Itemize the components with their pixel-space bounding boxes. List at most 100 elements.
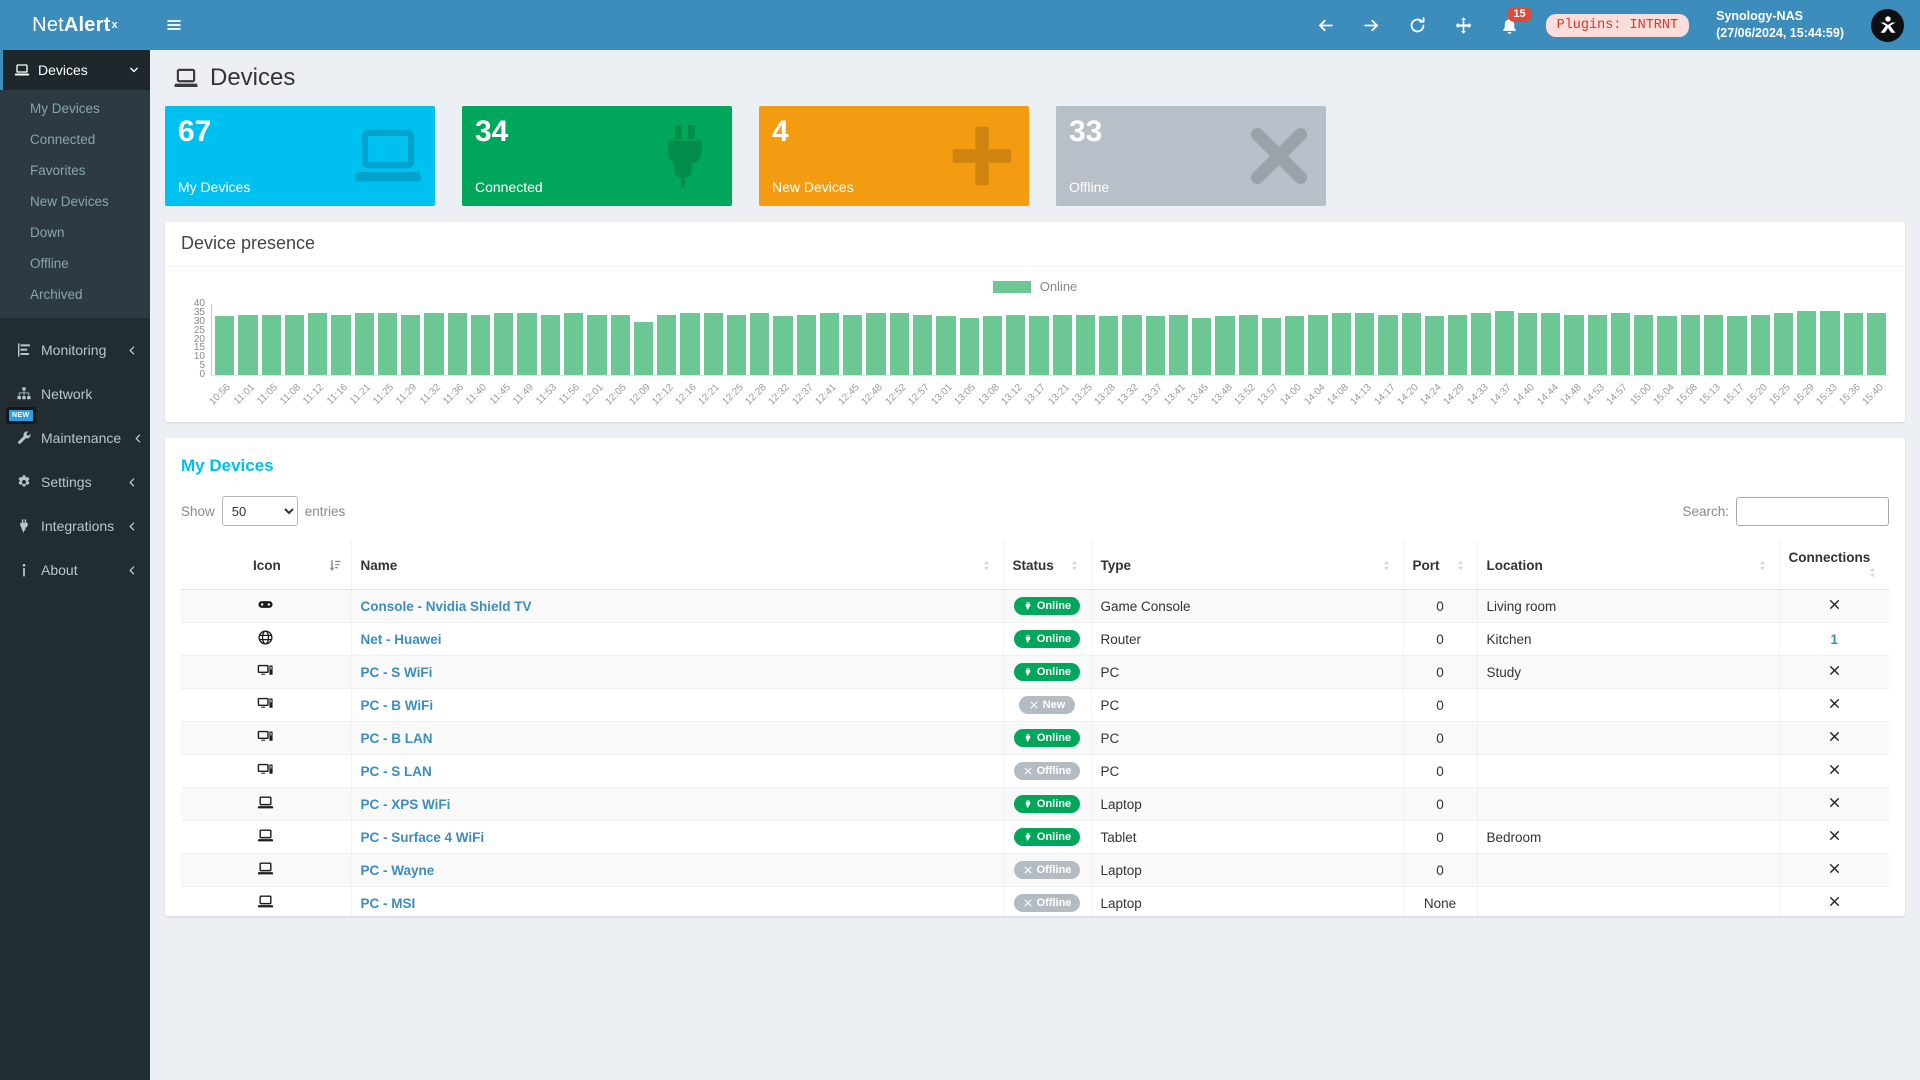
chart-bar[interactable] [1239, 315, 1258, 375]
refresh-icon[interactable] [1408, 16, 1427, 35]
app-logo[interactable]: NetAlertx [0, 0, 150, 50]
chart-bar[interactable] [1006, 315, 1025, 375]
chart-bar[interactable] [727, 315, 746, 375]
chart-bar[interactable] [238, 315, 257, 375]
sidebar-subitem-offline[interactable]: Offline [0, 248, 150, 279]
chart-bar[interactable] [1285, 316, 1304, 375]
chart-bar[interactable] [1308, 315, 1327, 375]
device-name-link[interactable]: Console - Nvidia Shield TV [361, 599, 532, 614]
chart-bar[interactable] [1169, 315, 1188, 375]
move-icon[interactable] [1454, 16, 1473, 35]
chart-bar[interactable] [378, 313, 397, 375]
chart-bar[interactable] [541, 315, 560, 375]
chart-bar[interactable] [634, 322, 653, 375]
chart-bar[interactable] [1657, 316, 1676, 375]
chart-bar[interactable] [1704, 315, 1723, 375]
page-length-select[interactable]: 50 [222, 496, 298, 526]
device-name-link[interactable]: PC - MSI [361, 896, 416, 911]
chart-bar[interactable] [1215, 316, 1234, 375]
sidebar-item-settings[interactable]: Settings [0, 460, 150, 504]
chart-bar[interactable] [750, 313, 769, 375]
chart-bar[interactable] [773, 316, 792, 375]
column-header-connections[interactable]: Connections [1779, 541, 1889, 590]
device-name-link[interactable]: PC - S WiFi [361, 665, 433, 680]
column-header-status[interactable]: Status [1003, 541, 1091, 590]
chart-bar[interactable] [1122, 315, 1141, 375]
column-header-port[interactable]: Port [1403, 541, 1477, 590]
chart-bar[interactable] [1355, 313, 1374, 375]
device-name-link[interactable]: PC - B LAN [361, 731, 433, 746]
stat-box-my-devices[interactable]: 67My Devices [165, 106, 435, 206]
chart-bar[interactable] [1611, 313, 1630, 375]
chart-bar[interactable] [1867, 313, 1886, 375]
sidebar-subitem-down[interactable]: Down [0, 217, 150, 248]
chart-bar[interactable] [680, 313, 699, 375]
chart-bar[interactable] [1844, 313, 1863, 375]
sidebar-subitem-my-devices[interactable]: My Devices [0, 93, 150, 124]
chart-bar[interactable] [564, 313, 583, 375]
sidebar-item-monitoring[interactable]: Monitoring [0, 328, 150, 372]
chart-bar[interactable] [471, 315, 490, 375]
chart-bar[interactable] [1448, 315, 1467, 375]
device-name-link[interactable]: Net - Huawei [361, 632, 442, 647]
chart-bar[interactable] [913, 315, 932, 375]
chart-bar[interactable] [1099, 316, 1118, 375]
chart-bar[interactable] [1820, 311, 1839, 375]
chart-bar[interactable] [587, 315, 606, 375]
column-header-name[interactable]: Name [351, 541, 1003, 590]
chart-bar[interactable] [1471, 313, 1490, 375]
sidebar-item-devices[interactable]: Devices [0, 50, 150, 90]
column-header-icon[interactable]: Icon [181, 541, 351, 590]
chart-bar[interactable] [494, 313, 513, 375]
chart-bar[interactable] [1681, 315, 1700, 375]
chart-bar[interactable] [1192, 318, 1211, 375]
sidebar-subitem-favorites[interactable]: Favorites [0, 155, 150, 186]
chart-bar[interactable] [1495, 311, 1514, 375]
connections-link[interactable]: 1 [1830, 632, 1838, 647]
sidebar-subitem-archived[interactable]: Archived [0, 279, 150, 310]
chart-bar[interactable] [262, 315, 281, 375]
chart-bar[interactable] [1053, 315, 1072, 375]
chart-bar[interactable] [890, 313, 909, 375]
chart-bar[interactable] [936, 316, 955, 375]
chart-bar[interactable] [401, 315, 420, 375]
chart-bar[interactable] [215, 316, 234, 375]
chart-bar[interactable] [1588, 315, 1607, 375]
device-name-link[interactable]: PC - B WiFi [361, 698, 434, 713]
chart-bar[interactable] [1332, 313, 1351, 375]
user-avatar[interactable] [1871, 9, 1904, 42]
chart-bar[interactable] [1541, 313, 1560, 375]
device-name-link[interactable]: PC - Wayne [361, 863, 435, 878]
chart-bar[interactable] [1518, 313, 1537, 375]
chart-bar[interactable] [843, 315, 862, 375]
chart-bar[interactable] [1076, 315, 1095, 375]
chart-bar[interactable] [611, 315, 630, 375]
chart-bar[interactable] [657, 315, 676, 375]
chart-bar[interactable] [704, 313, 723, 375]
chart-bar[interactable] [1029, 316, 1048, 375]
search-input[interactable] [1736, 497, 1889, 526]
chart-bar[interactable] [1425, 316, 1444, 375]
chart-bar[interactable] [1262, 318, 1281, 375]
chart-bar[interactable] [1727, 316, 1746, 375]
stat-box-connected[interactable]: 34Connected [462, 106, 732, 206]
chart-bar[interactable] [1797, 311, 1816, 375]
sidebar-item-about[interactable]: About [0, 548, 150, 592]
sidebar-item-integrations[interactable]: Integrations [0, 504, 150, 548]
chart-bar[interactable] [960, 318, 979, 375]
sidebar-subitem-new-devices[interactable]: New Devices [0, 186, 150, 217]
chart-bar[interactable] [285, 315, 304, 375]
chart-bar[interactable] [797, 315, 816, 375]
chart-bar[interactable] [424, 313, 443, 375]
chart-bar[interactable] [1146, 316, 1165, 375]
column-header-location[interactable]: Location [1477, 541, 1779, 590]
chart-bar[interactable] [331, 315, 350, 375]
chart-bar[interactable] [1751, 315, 1770, 375]
chart-bar[interactable] [1634, 315, 1653, 375]
forward-icon[interactable] [1362, 16, 1381, 35]
device-name-link[interactable]: PC - Surface 4 WiFi [361, 830, 485, 845]
chart-bar[interactable] [308, 313, 327, 375]
sidebar-subitem-connected[interactable]: Connected [0, 124, 150, 155]
chart-bar[interactable] [1402, 313, 1421, 375]
plugins-status-badge[interactable]: Plugins: INTRNT [1546, 14, 1690, 37]
